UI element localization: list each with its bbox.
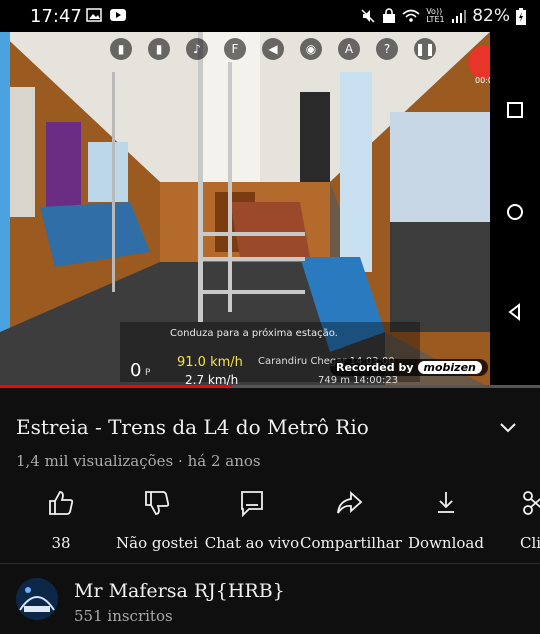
- upload-age: há 2 anos: [187, 452, 261, 470]
- view-count: 1,4 mil visualizações: [16, 452, 174, 470]
- game-instruction: Conduza para a próxima estação.: [170, 328, 338, 339]
- clip-label: Cli: [520, 534, 540, 552]
- status-bar: 17:47 Vo)) LTE1 82%: [0, 0, 540, 32]
- thumbs-down-icon: [145, 491, 170, 515]
- recorder-text: Recorded by: [336, 361, 414, 374]
- door-left-icon[interactable]: ▮: [110, 38, 132, 60]
- image-notification-icon: [86, 8, 102, 22]
- avatar-image: [16, 578, 58, 620]
- bell-icon[interactable]: ♪: [186, 38, 208, 60]
- dislike-label: Não gostei: [116, 534, 198, 552]
- lock-icon: [383, 8, 396, 23]
- dislike-button[interactable]: Não gostei: [112, 488, 202, 552]
- speed-zero: 0: [130, 360, 142, 381]
- like-count: 38: [51, 534, 71, 552]
- subscriber-count: 551 inscritos: [74, 607, 173, 625]
- battery-icon: [516, 7, 526, 25]
- android-nav-bar: [490, 32, 540, 388]
- recorder-badge: Recorded by mobizen: [330, 359, 488, 376]
- download-icon: [438, 492, 454, 513]
- signal-icon: [452, 10, 467, 23]
- battery-percent: 82%: [472, 6, 510, 26]
- network-label: Vo)) LTE1: [426, 7, 445, 24]
- download-label: Download: [408, 534, 484, 552]
- section-divider: [0, 563, 540, 564]
- recorder-brand: mobizen: [417, 361, 482, 374]
- sound-icon[interactable]: ◀: [262, 38, 284, 60]
- speed-zero-unit: P: [145, 368, 151, 378]
- back-icon[interactable]: [503, 300, 527, 324]
- clip-icon: [523, 491, 540, 515]
- camera-icon[interactable]: ◉: [300, 38, 322, 60]
- pause-icon[interactable]: ❚❚: [414, 38, 436, 60]
- video-meta: 1,4 mil visualizações · há 2 anos: [16, 452, 261, 470]
- live-chat-label: Chat ao vivo: [204, 534, 300, 552]
- youtube-notification-icon: [110, 9, 126, 21]
- chat-icon: [241, 491, 263, 518]
- home-icon[interactable]: [503, 200, 527, 224]
- video-progress-bar[interactable]: [0, 385, 540, 388]
- mute-icon: [361, 9, 375, 23]
- meta-separator: ·: [178, 452, 183, 470]
- recents-icon[interactable]: [503, 98, 527, 122]
- status-right: Vo)) LTE1 82%: [360, 6, 526, 26]
- share-button[interactable]: Compartilhar: [300, 488, 402, 552]
- auto-icon[interactable]: A: [338, 38, 360, 60]
- live-chat-button[interactable]: Chat ao vivo: [204, 488, 300, 552]
- video-player[interactable]: ▮ ▮ ♪ F ◀ ◉ A ? ❚❚ 00:07 Conduza para a …: [0, 32, 540, 388]
- thumbs-up-icon: [49, 491, 74, 515]
- f-key-icon[interactable]: F: [224, 38, 246, 60]
- video-progress-fill: [0, 385, 233, 388]
- like-button[interactable]: 38: [40, 488, 82, 552]
- game-hud-buttons: ▮ ▮ ♪ F ◀ ◉ A ? ❚❚: [110, 38, 436, 60]
- video-title[interactable]: Estreia - Trens da L4 do Metrô Rio: [16, 415, 369, 439]
- clip-button[interactable]: Cli: [520, 488, 540, 552]
- wifi-icon: [402, 9, 420, 22]
- help-icon[interactable]: ?: [376, 38, 398, 60]
- channel-name[interactable]: Mr Mafersa RJ{HRB}: [74, 580, 285, 602]
- download-button[interactable]: Download: [406, 488, 486, 552]
- chevron-down-icon[interactable]: [497, 418, 519, 438]
- status-time: 17:47: [30, 6, 82, 27]
- channel-avatar[interactable]: [16, 578, 58, 620]
- speed-current: 91.0 km/h: [177, 355, 243, 370]
- share-icon: [337, 490, 363, 514]
- share-label: Compartilhar: [300, 534, 402, 552]
- action-bar: 38 Não gostei Chat ao vivo Compartilhar …: [0, 488, 540, 552]
- door-right-icon[interactable]: ▮: [148, 38, 170, 60]
